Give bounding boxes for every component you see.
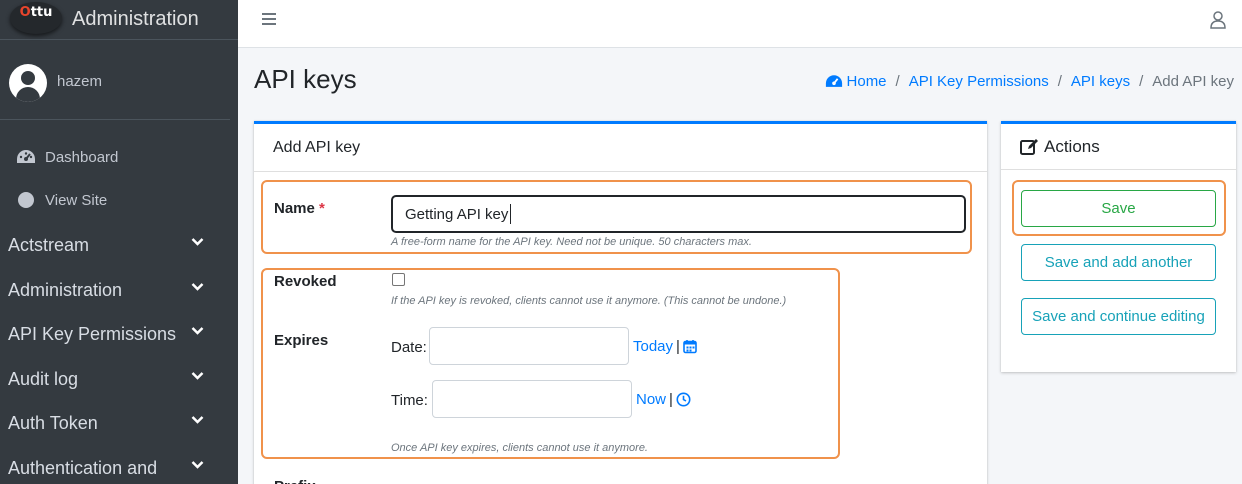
chevron-down-icon	[191, 416, 204, 424]
name-field-highlight	[261, 180, 972, 254]
chevron-down-icon	[191, 327, 204, 335]
sidebar-section-actstream[interactable]: Actstream	[0, 223, 238, 267]
chevron-down-icon	[191, 238, 204, 246]
brand-title: Administration	[72, 8, 199, 30]
page-title: API keys	[254, 64, 357, 94]
sidebar-section-authentication[interactable]: Authentication and	[0, 446, 238, 484]
user-panel: hazem	[0, 48, 230, 120]
user-avatar-icon[interactable]	[9, 64, 47, 102]
prefix-label: Prefix	[274, 478, 316, 484]
sidebar-item-label: Dashboard	[45, 148, 119, 166]
logo-text: Ottu	[19, 4, 53, 20]
sidebar-item-dashboard[interactable]: Dashboard	[0, 146, 238, 168]
sidebar-section-label: Administration	[8, 279, 123, 300]
circle-icon	[16, 190, 36, 210]
ottu-logo: Ottu	[10, 2, 62, 34]
sidebar-section-label: API Key Permissions	[8, 323, 177, 344]
top-navbar	[238, 0, 1242, 48]
sidebar: Ottu Administration hazem Dashboard View…	[0, 0, 238, 484]
chevron-down-icon	[191, 283, 204, 291]
breadcrumb: Home / API Key Permissions / API keys / …	[825, 73, 1234, 90]
actions-title: Actions	[1044, 136, 1100, 156]
sidebar-item-view-site[interactable]: View Site	[0, 189, 238, 211]
menu-toggle-icon[interactable]	[262, 13, 276, 27]
breadcrumb-api-keys[interactable]: API keys	[1071, 73, 1130, 90]
sidebar-section-label: Auth Token	[8, 412, 98, 433]
chevron-down-icon	[191, 372, 204, 380]
revoked-expires-highlight	[261, 268, 840, 459]
edit-icon	[1020, 138, 1038, 155]
breadcrumb-home[interactable]: Home	[847, 73, 887, 90]
user-menu-icon[interactable]	[1210, 11, 1226, 29]
sidebar-section-label: Authentication and	[8, 457, 158, 478]
save-and-continue-editing-button[interactable]: Save and continue editing	[1021, 298, 1216, 335]
sidebar-section-administration[interactable]: Administration	[0, 268, 238, 312]
card-title: Add API key	[254, 124, 987, 172]
sidebar-section-label: Actstream	[8, 234, 90, 255]
actions-header: Actions	[1001, 124, 1236, 170]
chevron-down-icon	[191, 461, 204, 469]
tachometer-icon	[16, 147, 36, 167]
sidebar-section-audit-log[interactable]: Audit log	[0, 357, 238, 401]
save-button-highlight	[1012, 180, 1226, 236]
sidebar-section-api-key-permissions[interactable]: API Key Permissions	[0, 312, 238, 356]
save-and-add-another-button[interactable]: Save and add another	[1021, 244, 1216, 281]
sidebar-section-label: Audit log	[8, 368, 79, 389]
tachometer-icon	[825, 75, 842, 87]
brand[interactable]: Ottu Administration	[0, 0, 238, 40]
breadcrumb-api-key-permissions[interactable]: API Key Permissions	[909, 73, 1049, 90]
actions-card: Actions Save Save and add another Save a…	[1001, 121, 1236, 372]
user-name[interactable]: hazem	[57, 73, 102, 90]
sidebar-section-auth-token[interactable]: Auth Token	[0, 401, 238, 445]
sidebar-item-label: View Site	[45, 191, 108, 209]
breadcrumb-current: Add API key	[1152, 73, 1234, 90]
